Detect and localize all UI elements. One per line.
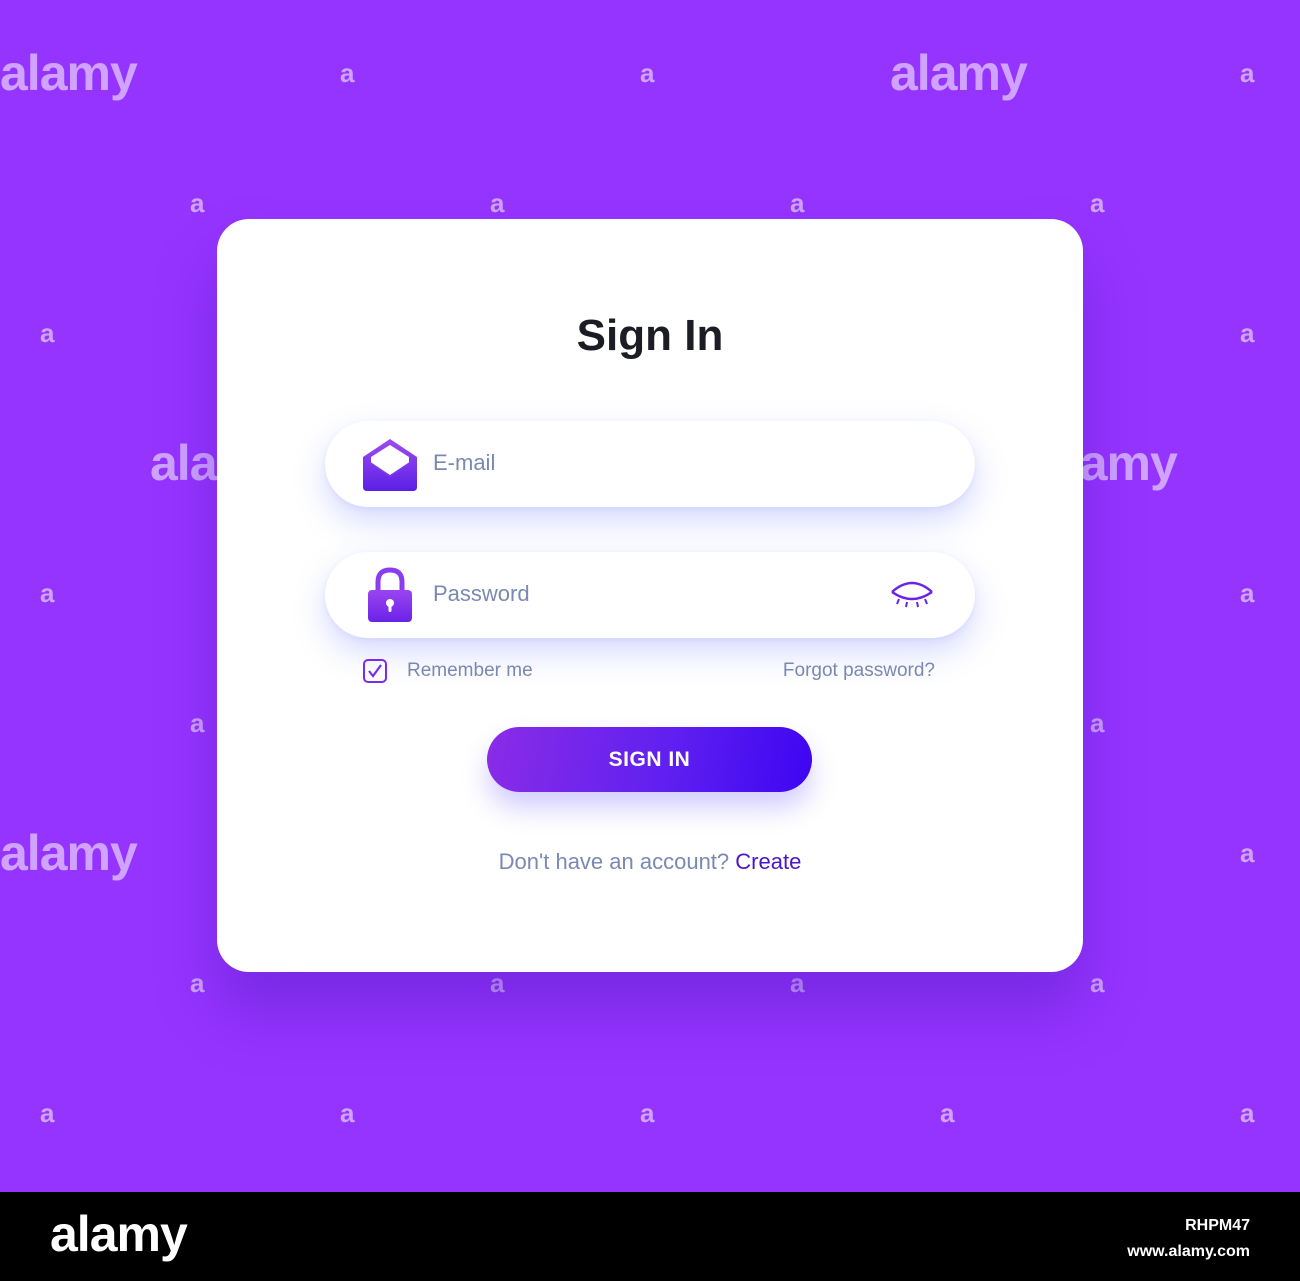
sign-in-card: Sign In E-mail Password Remember me Forg…: [217, 219, 1083, 972]
remember-me-checkbox[interactable]: Remember me: [363, 659, 533, 683]
create-account-prompt: Don't have an account? Create: [217, 849, 1083, 875]
watermark-mark: a: [1240, 838, 1255, 868]
watermark-logo: alamy: [0, 825, 138, 881]
watermark-mark: a: [940, 1098, 955, 1128]
watermark-mark: a: [40, 318, 55, 348]
watermark-mark: a: [340, 58, 355, 88]
forgot-password-link[interactable]: Forgot password?: [783, 660, 935, 682]
site-url: www.alamy.com: [1127, 1243, 1250, 1260]
watermark-mark: a: [1240, 578, 1255, 608]
eye-closed-icon[interactable]: [889, 580, 935, 610]
watermark-mark: a: [1240, 1098, 1255, 1128]
padlock-icon: [368, 567, 412, 622]
watermark-mark: a: [1090, 188, 1105, 218]
image-id: RHPM47: [1185, 1217, 1250, 1234]
email-placeholder: E-mail: [433, 450, 496, 475]
stock-info: RHPM47 www.alamy.com: [1127, 1213, 1250, 1265]
watermark-mark: a: [340, 1098, 355, 1128]
watermark-mark: a: [1240, 318, 1255, 348]
watermark-mark: a: [1240, 58, 1255, 88]
watermark-mark: a: [490, 968, 505, 998]
sign-in-button[interactable]: SIGN IN: [487, 727, 812, 792]
watermark-mark: a: [490, 188, 505, 218]
password-field[interactable]: Password: [325, 552, 975, 638]
watermark-mark: a: [40, 578, 55, 608]
watermark-mark: a: [40, 1098, 55, 1128]
checkbox-box[interactable]: [363, 659, 387, 683]
watermark-mark: a: [190, 968, 205, 998]
watermark-mark: a: [790, 188, 805, 218]
envelope-open-icon: [363, 439, 417, 491]
checkmark-icon: [368, 664, 382, 678]
password-placeholder: Password: [433, 581, 530, 606]
watermark-logo: alamy: [0, 45, 138, 101]
watermark-logo: alamy: [890, 45, 1028, 101]
email-field[interactable]: E-mail: [325, 421, 975, 507]
account-question: Don't have an account?: [498, 849, 730, 874]
create-account-link[interactable]: Create: [735, 849, 801, 874]
background: alamy a a alamy a a a a a a a alamy alam…: [0, 0, 1300, 1192]
watermark-mark: a: [190, 188, 205, 218]
watermark-mark: a: [1090, 708, 1105, 738]
watermark-mark: a: [1090, 968, 1105, 998]
watermark-mark: a: [190, 708, 205, 738]
watermark-mark: a: [790, 968, 805, 998]
watermark-mark: a: [640, 1098, 655, 1128]
stock-logo: alamy: [50, 1206, 188, 1262]
page-title: Sign In: [576, 311, 724, 360]
remember-me-label: Remember me: [407, 660, 533, 681]
watermark-mark: a: [640, 58, 655, 88]
